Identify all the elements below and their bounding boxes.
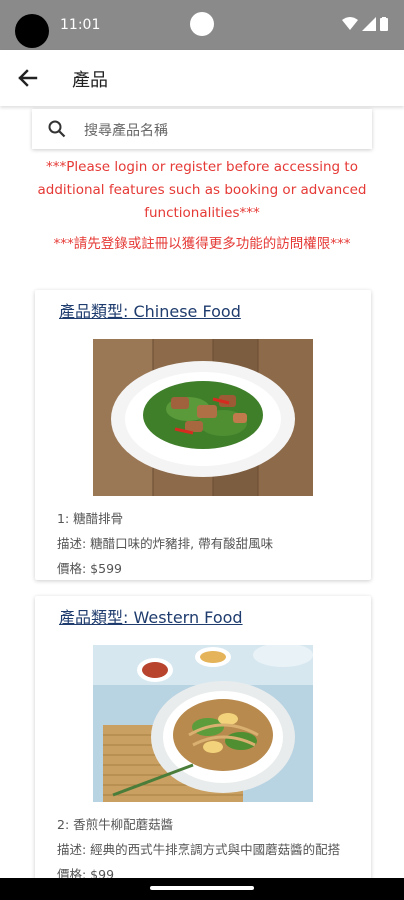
- product-list[interactable]: 搜尋產品名稱 ***Please login or register befor…: [0, 106, 404, 878]
- login-notice-chinese: ***請先登錄或註冊以獲得更多功能的訪問權限***: [53, 236, 351, 252]
- camera-cutout: [15, 14, 49, 48]
- product-image: [93, 339, 313, 496]
- product-card[interactable]: 產品類型: Western Food 2: 香煎牛柳配蘑菇醬 描述: 經典的西式…: [35, 596, 371, 878]
- status-time: 11:01: [60, 17, 101, 33]
- product-description: 描述: 糖醋口味的炸豬排, 帶有酸甜風味: [57, 536, 274, 551]
- back-arrow-icon[interactable]: [12, 63, 42, 93]
- product-image: [93, 645, 313, 802]
- front-camera: [190, 12, 214, 36]
- search-icon: [48, 120, 66, 138]
- product-name: 1: 糖醋排骨: [57, 511, 124, 526]
- product-price: 價格: $599: [57, 561, 122, 576]
- status-bar: 11:01: [0, 0, 404, 50]
- wifi-icon: [342, 17, 358, 30]
- signal-icon: [362, 17, 376, 31]
- home-gesture-handle[interactable]: [150, 886, 254, 890]
- product-description: 描述: 經典的西式牛排烹調方式與中國蘑菇醬的配搭: [57, 842, 341, 857]
- product-category[interactable]: 產品類型: Western Food: [59, 604, 243, 628]
- product-card[interactable]: 產品類型: Chinese Food 1: 糖醋排骨 描述: 糖醋口味的炸豬排,…: [35, 290, 371, 580]
- app-bar: 產品: [0, 50, 404, 106]
- battery-icon: [380, 17, 388, 31]
- search-input[interactable]: 搜尋產品名稱: [84, 120, 168, 140]
- product-category[interactable]: 產品類型: Chinese Food: [59, 298, 241, 322]
- page-title: 產品: [72, 70, 108, 91]
- login-notice-english: ***Please login or register before acces…: [37, 159, 367, 221]
- product-price: 價格: $99: [57, 867, 115, 878]
- status-icons: [342, 17, 388, 31]
- navigation-bar: [0, 878, 404, 900]
- product-name: 2: 香煎牛柳配蘑菇醬: [57, 817, 174, 832]
- search-bar[interactable]: 搜尋產品名稱: [32, 109, 372, 149]
